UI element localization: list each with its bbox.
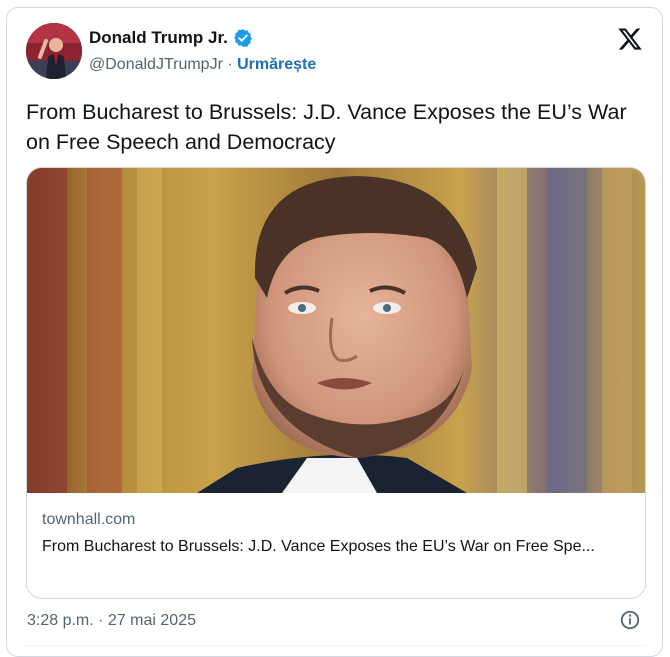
verified-badge-icon bbox=[233, 28, 253, 48]
avatar-image bbox=[26, 23, 82, 79]
x-logo-icon[interactable] bbox=[617, 26, 643, 52]
author-handle[interactable]: @DonaldJTrumpJr bbox=[89, 56, 223, 73]
divider bbox=[26, 645, 645, 646]
tweet-embed-card: Donald Trump Jr. @DonaldJTrumpJr · Urmăr… bbox=[6, 7, 663, 657]
tweet-timestamp[interactable]: 3:28 p.m. · 27 mai 2025 bbox=[27, 612, 196, 630]
link-title: From Bucharest to Brussels: J.D. Vance E… bbox=[42, 538, 595, 555]
tweet-text: From Bucharest to Brussels: J.D. Vance E… bbox=[26, 100, 627, 154]
follow-button[interactable]: Urmărește bbox=[237, 56, 316, 73]
link-preview-card[interactable]: townhall.com From Bucharest to Brussels:… bbox=[26, 167, 646, 599]
author-handle-row: @DonaldJTrumpJr · Urmărește bbox=[89, 56, 316, 74]
author-name[interactable]: Donald Trump Jr. bbox=[89, 28, 228, 48]
author-name-row: Donald Trump Jr. bbox=[89, 28, 253, 48]
info-icon[interactable] bbox=[619, 609, 641, 631]
avatar[interactable] bbox=[26, 23, 82, 79]
article-image bbox=[27, 168, 645, 493]
link-domain: townhall.com bbox=[42, 511, 136, 528]
handle-separator: · bbox=[222, 56, 238, 73]
